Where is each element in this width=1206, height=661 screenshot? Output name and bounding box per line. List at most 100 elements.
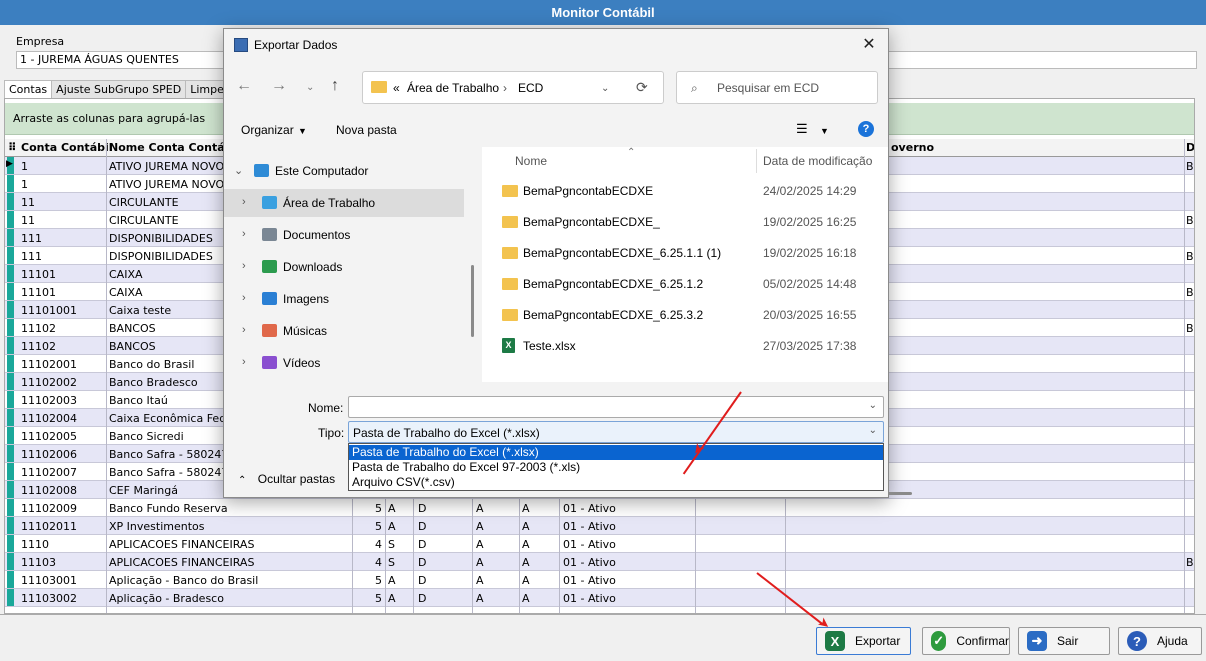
up-arrow-icon[interactable]: ↑	[331, 77, 339, 95]
folder-icon	[502, 247, 518, 259]
nav-item-6[interactable]: › Vídeos	[224, 349, 464, 377]
header-governo[interactable]: overno	[891, 141, 934, 154]
cell-n: 5	[375, 592, 382, 605]
confirmar-button[interactable]: ✓ Confirmar	[922, 627, 1010, 655]
nova-pasta-button[interactable]: Nova pasta	[336, 123, 397, 137]
chevron-right-icon[interactable]: ›	[242, 228, 246, 240]
sair-label: Sair	[1057, 634, 1079, 648]
chevron-right-icon[interactable]: ›	[242, 324, 246, 336]
cell-g: 01 - Ativo	[563, 520, 616, 533]
column-chooser-icon[interactable]: ⠿	[8, 141, 17, 154]
chevron-down-icon[interactable]: ⌄	[601, 83, 609, 94]
chevron-down-icon[interactable]: ⌄	[869, 400, 877, 411]
navigation-pane: ⌄ Este Computador › Área de Trabalho › Docume…	[224, 147, 472, 382]
column-separator[interactable]	[756, 149, 757, 173]
cell-nome: CIRCULANTE	[109, 214, 179, 227]
nav-item-icon	[262, 356, 277, 369]
table-row[interactable]: 11102011 XP Investimentos 5 A D A A 01 - Ativo	[5, 517, 1194, 535]
nav-item-1[interactable]: › Área de Trabalho	[224, 189, 464, 217]
file-date: 20/03/2025 16:55	[763, 308, 857, 322]
table-row[interactable]: 1110 APLICACOES FINANCEIRAS 4 S D A A 01 - Ativ…	[5, 535, 1194, 553]
table-row[interactable]: 11103 APLICACOES FINANCEIRAS 4 S D A A 01 - Ati…	[5, 553, 1194, 571]
nav-item-5[interactable]: › Músicas	[224, 317, 464, 345]
dialog-title: Exportar Dados	[254, 38, 338, 52]
address-bar[interactable]: « Área de Trabalho › ECD ⌄ ⟳	[362, 71, 664, 104]
nav-item-4[interactable]: › Imagens	[224, 285, 464, 313]
search-placeholder: Pesquisar em ECD	[717, 81, 820, 95]
row-indicator	[7, 337, 14, 354]
file-row[interactable]: BemaPgncontabECDXE 24/02/2025 14:29	[482, 176, 888, 206]
nav-item-2[interactable]: › Documentos	[224, 221, 464, 249]
chevron-right-icon[interactable]: ›	[242, 196, 246, 208]
cell-d: D	[418, 592, 427, 605]
header-nome[interactable]: Nome	[515, 154, 547, 168]
file-type-select[interactable]: Pasta de Trabalho do Excel (*.xlsx) ⌄	[348, 421, 884, 443]
cell-nome: Banco Safra - 580247-0	[109, 448, 240, 461]
cell-conta: 1	[21, 178, 28, 191]
table-row[interactable]: 11103001 Aplicação - Banco do Brasil 5 A D A A…	[5, 571, 1194, 589]
cell-nome: DISPONIBILIDADES	[109, 250, 213, 263]
cell-conta: 11102	[21, 322, 56, 335]
nav-item-label: Músicas	[283, 324, 328, 338]
organizar-menu[interactable]: Organizar	[241, 123, 294, 137]
table-row[interactable]: 11102009 Banco Fundo Reserva 5 A D A A 01 - Ati…	[5, 499, 1194, 517]
row-indicator	[7, 589, 14, 606]
help-icon[interactable]: ?	[858, 121, 874, 137]
cell-conta: 11	[21, 196, 35, 209]
chevron-right-icon[interactable]: ›	[242, 356, 246, 368]
filename-input[interactable]: ⌄	[348, 396, 884, 418]
refresh-icon[interactable]: ⟳	[636, 79, 648, 96]
cell-conta: 11102007	[21, 466, 77, 479]
chevron-down-icon[interactable]: ⌄	[306, 82, 314, 93]
tab-contas[interactable]: Contas	[4, 80, 53, 99]
option-csv[interactable]: Arquivo CSV(*.csv)	[349, 475, 883, 490]
nav-item-3[interactable]: › Downloads	[224, 253, 464, 281]
header-conta-contabil[interactable]: Conta Contábil	[21, 141, 113, 154]
close-button[interactable]: ✕	[858, 34, 880, 56]
sair-button[interactable]: ➜ Sair	[1018, 627, 1110, 655]
cell-d: D	[418, 520, 427, 533]
header-data-modificacao[interactable]: Data de modificação	[763, 154, 872, 168]
back-arrow-icon[interactable]: ←	[236, 77, 252, 95]
row-indicator	[7, 571, 14, 588]
nav-scrollbar[interactable]	[471, 265, 474, 337]
chevron-down-icon[interactable]: ⌄	[869, 425, 877, 436]
file-name: BemaPgncontabECDXE_	[523, 215, 660, 229]
file-row[interactable]: BemaPgncontabECDXE_6.25.1.2 05/02/2025 14…	[482, 269, 888, 299]
file-date: 24/02/2025 14:29	[763, 184, 857, 198]
cell-nome: Aplicação - Bradesco	[109, 592, 224, 605]
cell-a3: A	[522, 556, 530, 569]
file-row[interactable]: X Teste.xlsx 27/03/2025 17:38	[482, 331, 888, 361]
chevron-down-icon[interactable]: ▼	[298, 126, 307, 136]
cell-conta: 11102004	[21, 412, 77, 425]
cell-tail: B	[1186, 250, 1194, 263]
breadcrumb-area-de-trabalho[interactable]: Área de Trabalho	[407, 81, 499, 95]
file-row[interactable]: BemaPgncontabECDXE_6.25.1.1 (1) 19/02/202…	[482, 238, 888, 268]
row-indicator	[7, 553, 14, 570]
breadcrumb-ecd[interactable]: ECD	[518, 81, 543, 95]
cell-nome: CAIXA	[109, 286, 143, 299]
nav-item-0[interactable]: ⌄ Este Computador	[224, 157, 464, 185]
option-xlsx[interactable]: Pasta de Trabalho do Excel (*.xlsx)	[349, 445, 883, 460]
cell-a2: A	[476, 538, 484, 551]
option-xls[interactable]: Pasta de Trabalho do Excel 97-2003 (*.xl…	[349, 460, 883, 475]
exportar-button[interactable]: X Exportar	[816, 627, 911, 655]
file-row[interactable]: BemaPgncontabECDXE_6.25.3.2 20/03/2025 16…	[482, 300, 888, 330]
view-options-icon[interactable]: ☰	[796, 121, 808, 137]
row-indicator	[7, 265, 14, 282]
col-divider	[352, 499, 353, 613]
chevron-right-icon[interactable]: ›	[242, 260, 246, 272]
ocultar-pastas-toggle[interactable]: ⌃ Ocultar pastas	[238, 472, 335, 486]
tab-ajuste-subgrupo[interactable]: Ajuste SubGrupo SPED	[51, 80, 187, 98]
chevron-down-icon[interactable]: ⌄	[234, 164, 243, 177]
forward-arrow-icon[interactable]: →	[271, 77, 287, 95]
ajuda-button[interactable]: ? Ajuda	[1118, 627, 1202, 655]
header-last[interactable]: D	[1186, 141, 1194, 154]
chevron-down-icon[interactable]: ▼	[820, 126, 829, 136]
chevron-right-icon[interactable]: ›	[242, 292, 246, 304]
header-nome-conta[interactable]: Nome Conta Contábil	[109, 141, 240, 154]
search-box[interactable]: ⌕ Pesquisar em ECD	[676, 71, 878, 104]
file-row[interactable]: BemaPgncontabECDXE_ 19/02/2025 16:25	[482, 207, 888, 237]
cell-n: 5	[375, 574, 382, 587]
table-row[interactable]: 11103002 Aplicação - Bradesco 5 A D A A 01 - At…	[5, 589, 1194, 607]
